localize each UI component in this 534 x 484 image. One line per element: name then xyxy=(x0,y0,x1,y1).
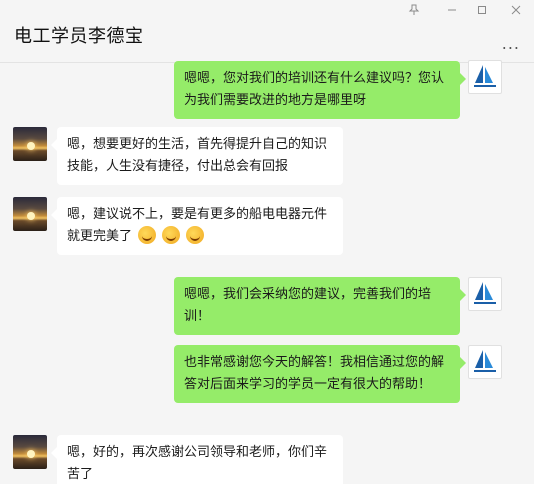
message-bubble-contact: 嗯，建议说不上，要是有更多的船电电器元件就更完美了 xyxy=(51,197,343,255)
self-avatar[interactable] xyxy=(468,60,502,94)
pin-icon[interactable] xyxy=(406,4,422,20)
message-bubble-contact: 嗯，好的，再次感谢公司领导和老师，你们辛苦了 xyxy=(51,435,343,484)
close-icon[interactable] xyxy=(508,4,524,20)
grin-emoji-icon xyxy=(162,226,181,244)
message-bubble-contact: 嗯，想要更好的生活，首先得提升自己的知识技能，人生没有捷径，付出总会有回报 xyxy=(51,127,343,185)
message-bubble-self: 嗯嗯，我们会采纳您的建议，完善我们的培训！ xyxy=(174,277,466,335)
contact-avatar[interactable] xyxy=(13,197,47,231)
minimize-icon[interactable] xyxy=(444,4,460,20)
contact-avatar[interactable] xyxy=(13,435,47,469)
message-bubble-self: 也非常感谢您今天的解答！我相信通过您的解答对后面来学习的学员一定有很大的帮助！ xyxy=(174,345,466,403)
grin-emoji-icon xyxy=(186,226,205,244)
self-avatar[interactable] xyxy=(468,277,502,311)
message-bubble-self: 嗯嗯，您对我们的培训还有什么建议吗？您认为我们需要改进的地方是哪里呀 xyxy=(174,61,466,119)
more-options-button[interactable]: ... xyxy=(502,34,520,53)
chat-title: 电工学员李德宝 xyxy=(14,26,144,47)
contact-avatar[interactable] xyxy=(13,127,47,161)
self-avatar[interactable] xyxy=(468,345,502,379)
grin-emoji-icon xyxy=(138,226,157,244)
chat-header: 电工学员李德宝 ... xyxy=(0,0,534,63)
maximize-icon[interactable] xyxy=(474,4,490,20)
